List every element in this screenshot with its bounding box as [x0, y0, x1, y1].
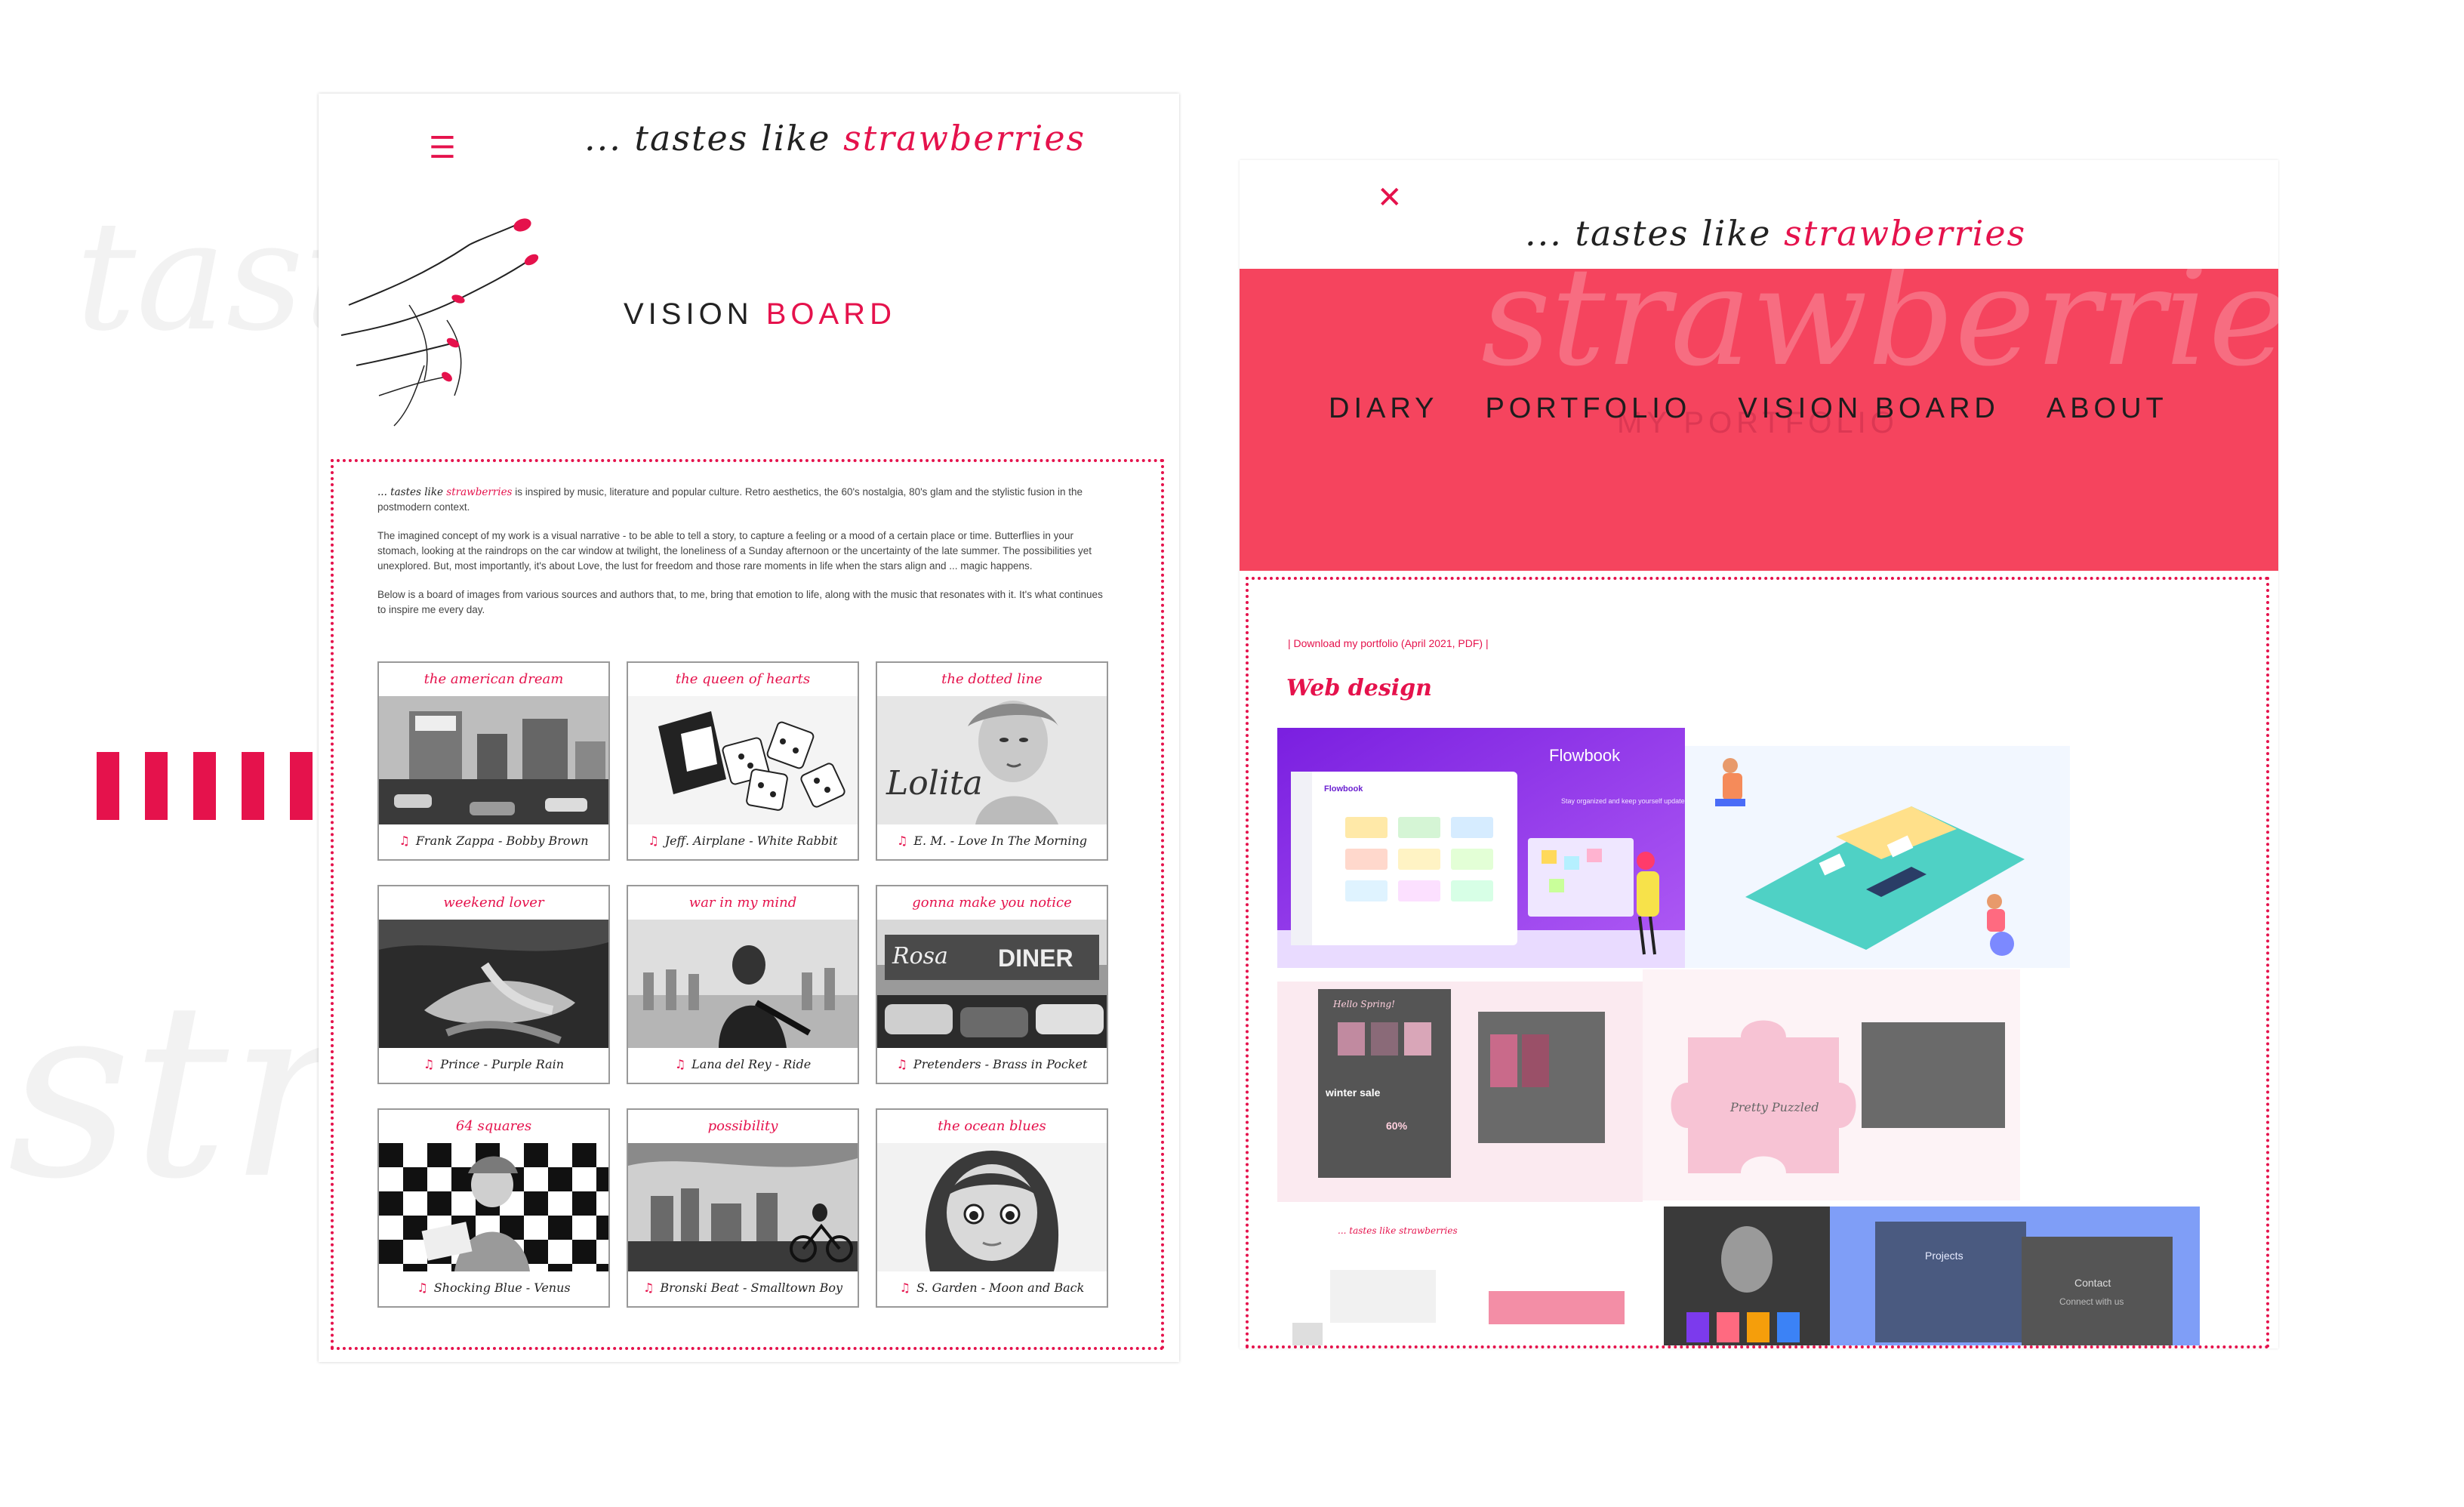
card-title: the american dream [424, 671, 564, 687]
nav-menu-overlay: strawberries MY PORTFOLIO DIARY PORTFOLI… [1240, 269, 2278, 571]
vision-card[interactable]: war in my mind ♫ Lana del Rey - Ride [627, 885, 859, 1084]
card-title: the ocean blues [938, 1118, 1046, 1134]
vision-card[interactable]: the queen of hearts ♫ Jeff. Airplane - W… [627, 661, 859, 861]
download-portfolio-link[interactable]: | Download my portfolio (April 2021, PDF… [1288, 637, 1489, 649]
section-title: Web design [1286, 675, 1432, 701]
card-title: weekend lover [443, 895, 544, 911]
card-image [379, 920, 608, 1048]
portfolio-thumb-isometric[interactable] [1685, 746, 2070, 968]
site-logo[interactable]: ... tastes like strawberries [1525, 213, 2026, 254]
portfolio-page-menu-open: ✕ ... tastes like strawberries strawberr… [1240, 160, 2278, 1348]
portfolio-thumb-strawberries-site[interactable]: ... tastes like strawberries [1277, 1210, 1652, 1345]
card-title: gonna make you notice [912, 895, 1072, 911]
decorative-stripes [97, 752, 313, 820]
svg-text:Flowbook: Flowbook [1324, 784, 1363, 794]
card-image [628, 920, 858, 1048]
intro-text: ... tastes like strawberries is inspired… [377, 486, 1103, 615]
svg-text:Pretty Puzzled: Pretty Puzzled [1729, 1100, 1819, 1114]
vision-card[interactable]: the ocean blues ♫ S. Garden - Moon and Ba… [876, 1108, 1108, 1308]
card-song: ♫ Pretenders - Brass in Pocket [896, 1057, 1088, 1071]
svg-text:Contact: Contact [2074, 1277, 2111, 1289]
svg-text:DINER: DINER [998, 945, 1073, 972]
vision-card[interactable]: the american dream ♫ Frank Zappa - Bobby … [377, 661, 610, 861]
card-title: possibility [707, 1118, 778, 1134]
svg-text:Stay organized and keep yourse: Stay organized and keep yourself updated… [1561, 797, 1685, 805]
card-title: 64 squares [455, 1118, 532, 1134]
card-song: ♫ E. M. - Love In The Morning [897, 834, 1087, 848]
card-title: war in my mind [688, 895, 797, 911]
vision-card[interactable]: gonna make you notice Rosa DINER ♫ Preten… [876, 885, 1108, 1084]
ghost-brand-word: strawberries [1481, 269, 2278, 396]
nav-item-diary[interactable]: DIARY [1329, 393, 1438, 425]
nav-item-about[interactable]: ABOUT [2047, 393, 2168, 425]
portfolio-thumb-pretty-puzzled[interactable]: Pretty Puzzled [1643, 969, 2020, 1200]
nav-item-portfolio[interactable]: PORTFOLIO [1485, 393, 1691, 425]
content-frame: | Download my portfolio (April 2021, PDF… [1246, 577, 2269, 1348]
card-song: ♫ Prince - Purple Rain [423, 1057, 565, 1071]
card-title: the dotted line [941, 671, 1043, 687]
card-song: ♫ Bronski Beat - Smalltown Boy [642, 1280, 843, 1295]
nav-item-vision-board[interactable]: VISION BOARD [1738, 393, 2000, 425]
close-icon[interactable]: ✕ [1377, 183, 1403, 213]
svg-text:Projects: Projects [1925, 1250, 1964, 1262]
card-image [379, 696, 608, 824]
card-title: the queen of hearts [675, 671, 811, 687]
page-title: VISION BOARD [624, 297, 896, 331]
svg-text:Hello Spring!: Hello Spring! [1332, 999, 1395, 1009]
svg-text:Rosa: Rosa [892, 943, 948, 969]
portfolio-thumb-flowbook[interactable]: Flowbook Flowbook Stay organized and kee… [1277, 728, 1685, 968]
portfolio-thumb-hello-spring[interactable]: Hello Spring! winter sale 60% [1277, 982, 1643, 1202]
card-song: ♫ Lana del Rey - Ride [674, 1057, 812, 1071]
svg-text:Connect with us: Connect with us [2059, 1296, 2124, 1307]
vision-card[interactable]: possibility ♫ Bronski Beat - Smalltown B… [627, 1108, 859, 1308]
vision-card[interactable]: the dotted line Lolita ♫ E. M. - Love In … [876, 661, 1108, 861]
card-image: Rosa DINER [877, 920, 1107, 1048]
hand-illustration [340, 218, 539, 427]
site-logo[interactable]: ... tastes like strawberries [584, 118, 1086, 159]
svg-text:Flowbook: Flowbook [1549, 746, 1621, 765]
vision-card[interactable]: weekend lover ♫ Prince - Purple Rain [377, 885, 610, 1084]
card-song: ♫ Frank Zappa - Bobby Brown [399, 834, 589, 848]
portfolio-thumb-projects[interactable]: Projects Contact Connect with us [1830, 1207, 2200, 1345]
card-image [877, 1143, 1107, 1271]
card-image: Lolita [877, 696, 1107, 824]
main-nav: DIARY PORTFOLIO VISION BOARD ABOUT [1329, 393, 2168, 425]
svg-text:winter sale: winter sale [1325, 1086, 1381, 1099]
card-image [628, 696, 858, 824]
svg-text:60%: 60% [1386, 1120, 1408, 1132]
vision-board-page: ☰ ... tastes like strawberries VISION BO… [319, 94, 1179, 1362]
svg-text:Lolita: Lolita [886, 764, 983, 803]
svg-text:... tastes like strawberries: ... tastes like strawberries [1338, 1225, 1458, 1236]
card-song: ♫ Shocking Blue - Venus [417, 1280, 571, 1295]
hamburger-icon[interactable]: ☰ [429, 133, 456, 163]
card-image [379, 1143, 608, 1271]
card-song: ♫ Jeff. Airplane - White Rabbit [648, 834, 838, 848]
vision-card[interactable]: 64 squares ♫ Shocking Blue - Venus [377, 1108, 610, 1308]
card-song: ♫ S. Garden - Moon and Back [899, 1280, 1085, 1295]
background-word-str: str [8, 951, 344, 1232]
portfolio-thumb-ai-robot[interactable] [1664, 1207, 1830, 1345]
card-image [628, 1143, 858, 1271]
vision-board-grid: the american dream ♫ Frank Zappa - Bobby … [377, 661, 1108, 1308]
